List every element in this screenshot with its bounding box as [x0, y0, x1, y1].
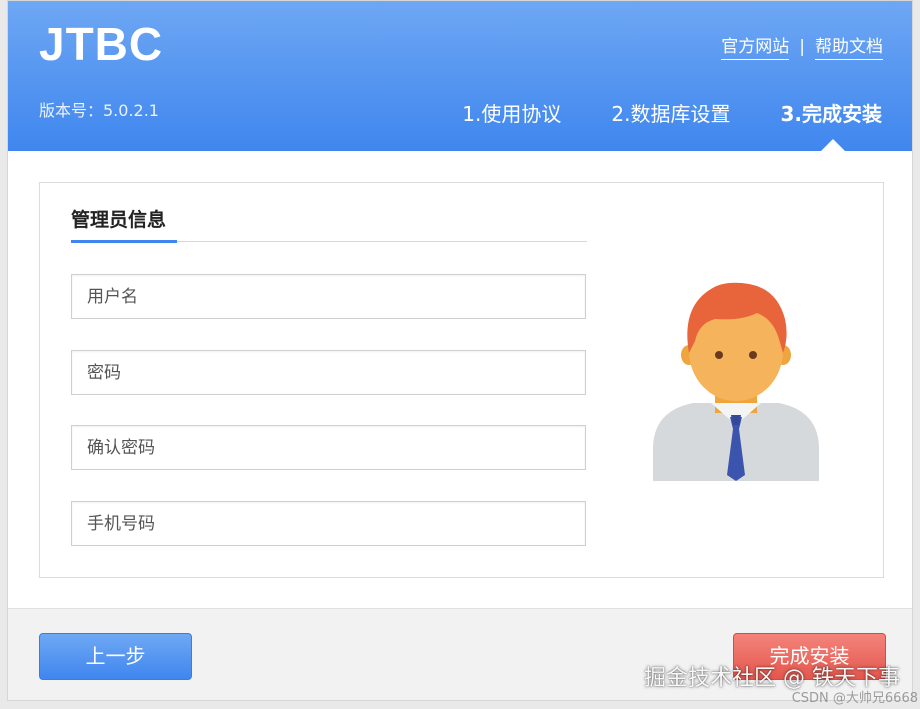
step-3-finish: 3.完成安装	[780, 102, 882, 126]
username-input[interactable]	[71, 274, 586, 319]
password-input[interactable]	[71, 350, 586, 395]
admin-info-panel: 管理员信息	[39, 182, 884, 578]
official-site-link[interactable]: 官方网站	[721, 37, 790, 60]
top-links: 官方网站 | 帮助文档	[721, 32, 883, 60]
title-underline-accent	[71, 240, 177, 243]
admin-avatar-illustration	[653, 282, 819, 481]
installer-window: JTBC 版本号：5.0.2.1 官方网站 | 帮助文档 1.使用协议 2.数据库设置…	[7, 0, 913, 701]
section-title: 管理员信息	[71, 209, 167, 231]
step-1-license: 1.使用协议	[462, 102, 562, 126]
phone-input[interactable]	[71, 501, 586, 546]
help-docs-link[interactable]: 帮助文档	[815, 37, 883, 60]
active-step-indicator	[821, 139, 845, 151]
confirm-password-input[interactable]	[71, 425, 586, 470]
step-2-database: 2.数据库设置	[611, 102, 731, 126]
link-separator: |	[799, 37, 805, 57]
app-logo: JTBC	[39, 18, 164, 70]
previous-step-button[interactable]: 上一步	[39, 633, 192, 680]
version-label: 版本号：5.0.2.1	[39, 101, 159, 120]
watermark-subtext: CSDN @大帅兄6668	[791, 691, 918, 706]
step-nav: 1.使用协议 2.数据库设置 3.完成安装	[412, 98, 882, 127]
header: JTBC 版本号：5.0.2.1 官方网站 | 帮助文档 1.使用协议 2.数据库设置…	[8, 1, 912, 151]
